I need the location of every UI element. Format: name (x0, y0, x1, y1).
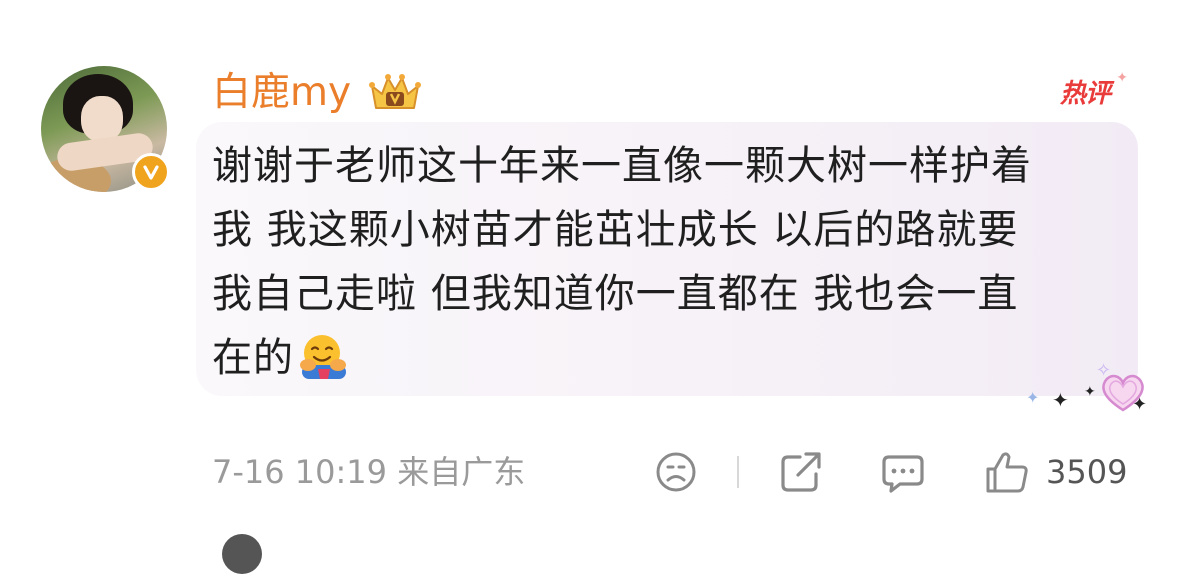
like-count: 3509 (1046, 453, 1128, 491)
location: 来自广东 (397, 453, 526, 491)
comment-line: 我自己走啦 但我知道你一直都在 我也会一直 (212, 271, 1019, 317)
hot-comment-label: 热评 (1060, 79, 1111, 109)
sparkle-icon: ✦ (1084, 384, 1096, 400)
hot-comment-badge: 热评 ✦ (1060, 70, 1128, 110)
hugging-face-emoji (300, 335, 346, 379)
divider (737, 456, 739, 488)
thumbs-up-icon[interactable] (984, 449, 1030, 495)
timestamp: 7-16 10:19 (212, 453, 388, 491)
heart-sticker-icon (1102, 374, 1144, 412)
sparkle-icon: ✦ (1116, 70, 1128, 86)
comment-line: 谢谢于老师这十年来一直像一颗大树一样护着 (212, 143, 1032, 189)
comment-line: 我 我这颗小树苗才能茁壮成长 以后的路就要 (212, 207, 1019, 253)
share-icon[interactable] (778, 449, 824, 495)
sad-face-icon[interactable] (653, 449, 699, 495)
username[interactable]: 白鹿my (212, 70, 351, 116)
comment-meta: 7-16 10:19 来自广东 (212, 452, 525, 492)
comment-text: 谢谢于老师这十年来一直像一颗大树一样护着 我 我这颗小树苗才能茁壮成长 以后的路… (212, 134, 1112, 390)
comment-last-line: 在的 (212, 326, 1112, 390)
sparkle-icon: ✦ (1026, 388, 1040, 407)
comment-icon[interactable] (880, 449, 926, 495)
vip-crown-icon[interactable] (368, 72, 422, 114)
sparkle-icon: ✦ (1052, 388, 1069, 412)
comment-line: 在的 (212, 335, 294, 381)
next-comment-avatar (222, 534, 262, 574)
verified-v-icon (132, 153, 170, 191)
